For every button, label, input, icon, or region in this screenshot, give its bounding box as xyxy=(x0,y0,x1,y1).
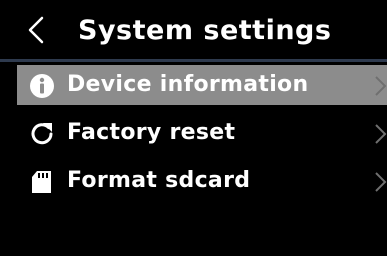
reset-icon xyxy=(31,123,53,145)
header-divider xyxy=(0,59,387,62)
chevron-right-icon xyxy=(375,172,387,192)
header-bar: System settings xyxy=(0,0,387,62)
sdcard-icon xyxy=(32,171,51,193)
settings-screen: System settings Device information Facto… xyxy=(0,0,387,256)
menu-item-label: Factory reset xyxy=(67,120,236,145)
chevron-left-icon[interactable] xyxy=(22,12,52,48)
info-icon xyxy=(30,74,54,98)
chevron-right-icon xyxy=(375,124,387,144)
menu-item-label: Device information xyxy=(67,72,309,97)
menu-item-label: Format sdcard xyxy=(67,168,251,193)
menu-item-format-sdcard[interactable]: Format sdcard xyxy=(17,161,387,201)
menu-item-device-information[interactable]: Device information xyxy=(17,65,387,105)
chevron-right-icon xyxy=(375,76,387,96)
menu-item-factory-reset[interactable]: Factory reset xyxy=(17,113,387,153)
page-title: System settings xyxy=(78,15,332,46)
